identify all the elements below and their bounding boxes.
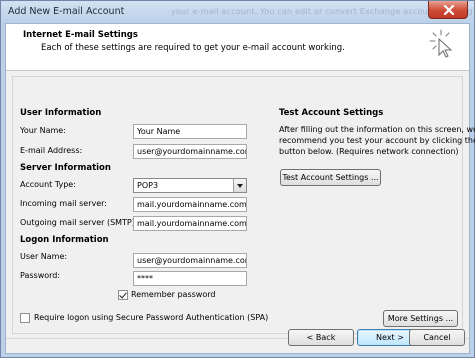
remember-password-label[interactable]: Remember password [131, 290, 215, 299]
settings-panel: User Information Your Name: Your Name E-… [12, 76, 475, 334]
test-settings-description-line2: recommend you test your account by click… [279, 136, 475, 145]
title-bar[interactable]: Add New E-mail Account your e-mail accou… [1, 1, 475, 23]
test-settings-description-line3: button below. (Requires network connecti… [279, 147, 459, 156]
more-settings-button[interactable]: More Settings ... [383, 310, 458, 327]
back-button[interactable]: < Back [288, 329, 354, 346]
logon-info-heading: Logon Information [20, 235, 109, 245]
header-subtitle: Each of these settings are required to g… [41, 43, 345, 53]
your-name-label: Your Name: [20, 126, 66, 135]
close-button[interactable] [428, 1, 468, 19]
dialog-client-area: Internet E-mail Settings Each of these s… [5, 23, 475, 354]
outgoing-server-input[interactable]: mail.yourdomainname.com [133, 216, 247, 231]
spa-checkbox[interactable] [20, 313, 30, 323]
user-name-input[interactable]: user@yourdomainname.com [133, 253, 247, 268]
test-settings-description-line1: After filling out the information on thi… [279, 125, 475, 134]
incoming-server-input[interactable]: mail.yourdomainname.com [133, 197, 247, 212]
server-info-heading: Server Information [20, 163, 111, 173]
your-name-input[interactable]: Your Name [133, 124, 247, 139]
test-account-settings-button[interactable]: Test Account Settings ... [280, 169, 381, 186]
cancel-button[interactable]: Cancel [409, 329, 465, 346]
user-info-heading: User Information [20, 108, 102, 118]
email-address-label: E-mail Address: [20, 146, 83, 155]
test-settings-heading: Test Account Settings [279, 108, 384, 118]
window-title: Add New E-mail Account [8, 6, 125, 17]
spa-label[interactable]: Require logon using Secure Password Auth… [34, 313, 268, 322]
dialog-window: Add New E-mail Account your e-mail accou… [0, 0, 475, 358]
account-type-value: POP3 [137, 181, 159, 190]
password-input[interactable]: **** [133, 271, 247, 286]
sparkle-cursor-icon [429, 29, 453, 58]
account-type-select[interactable]: POP3 [133, 178, 247, 193]
email-address-input[interactable]: user@yourdomainname.com [133, 144, 247, 159]
account-type-label: Account Type: [20, 180, 76, 189]
header-title: Internet E-mail Settings [23, 30, 138, 40]
password-label: Password: [20, 271, 61, 280]
user-name-label: User Name: [20, 252, 68, 261]
outgoing-server-label: Outgoing mail server (SMTP): [20, 218, 138, 227]
chevron-down-icon[interactable] [233, 179, 246, 192]
wizard-header: Internet E-mail Settings Each of these s… [6, 24, 469, 71]
incoming-server-label: Incoming mail server: [20, 199, 107, 208]
close-icon [443, 5, 455, 15]
remember-password-checkbox[interactable] [118, 290, 128, 300]
